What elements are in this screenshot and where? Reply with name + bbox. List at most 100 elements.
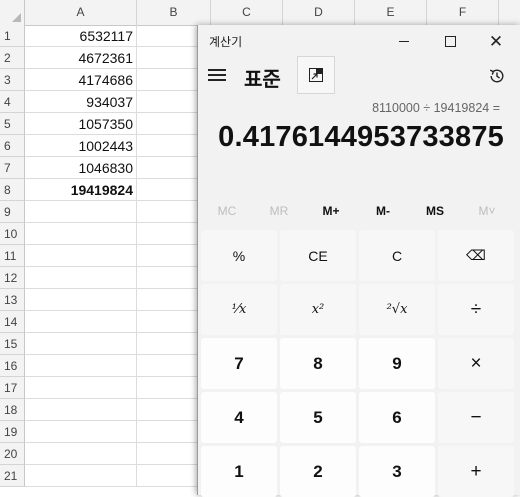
row-header[interactable]: 1 (0, 25, 25, 47)
window-title: 계산기 (209, 35, 243, 49)
row-header[interactable]: 16 (0, 355, 25, 377)
row-header[interactable]: 20 (0, 443, 25, 465)
column-header-b[interactable]: B (137, 0, 211, 25)
cell-a14[interactable] (25, 311, 137, 333)
cell-a3[interactable]: 4174686 (25, 69, 137, 91)
cell-a9[interactable] (25, 201, 137, 223)
row-header[interactable]: 19 (0, 421, 25, 443)
cell-a6[interactable]: 1002443 (25, 135, 137, 157)
cell-a2[interactable]: 4672361 (25, 47, 137, 69)
digit-7-button[interactable]: 7 (201, 338, 277, 389)
square-label: x² (311, 302, 325, 317)
multiply-button[interactable]: × (438, 338, 514, 389)
row-header[interactable]: 13 (0, 289, 25, 311)
row-header[interactable]: 5 (0, 113, 25, 135)
backspace-button[interactable]: ⌫ (438, 230, 514, 281)
reciprocal-button[interactable]: ¹⁄x (201, 284, 277, 335)
row-header[interactable]: 4 (0, 91, 25, 113)
reciprocal-label: ¹⁄x (231, 302, 247, 317)
maximize-button[interactable] (427, 25, 473, 57)
row-header[interactable]: 15 (0, 333, 25, 355)
memory-add-button[interactable]: M+ (305, 199, 357, 223)
cell-a15[interactable] (25, 333, 137, 355)
cell-a11[interactable] (25, 245, 137, 267)
cell-a19[interactable] (25, 421, 137, 443)
add-button[interactable]: + (438, 446, 514, 497)
percent-button[interactable]: % (201, 230, 277, 281)
cell-a20[interactable] (25, 443, 137, 465)
divide-label: ÷ (470, 298, 482, 320)
keep-on-top-icon (309, 68, 323, 82)
memory-subtract-button[interactable]: M- (357, 199, 409, 223)
memory-store-button[interactable]: MS (409, 199, 461, 223)
history-button[interactable] (485, 64, 509, 88)
digit-8-button[interactable]: 8 (280, 338, 356, 389)
digit-9-button[interactable]: 9 (359, 338, 435, 389)
multiply-label: × (470, 352, 482, 374)
cell-a18[interactable] (25, 399, 137, 421)
row-header[interactable]: 3 (0, 69, 25, 91)
column-header-e[interactable]: E (355, 0, 427, 25)
row-header[interactable]: 9 (0, 201, 25, 223)
memory-clear-button[interactable]: MC (201, 199, 253, 223)
digit-5-button[interactable]: 5 (280, 392, 356, 443)
cell-a13[interactable] (25, 289, 137, 311)
select-all-triangle-icon (12, 13, 21, 22)
subtract-button[interactable]: − (438, 392, 514, 443)
row-header[interactable]: 14 (0, 311, 25, 333)
clear-entry-button[interactable]: CE (280, 230, 356, 281)
cell-a17[interactable] (25, 377, 137, 399)
row-header[interactable]: 7 (0, 157, 25, 179)
digit-2-label: 2 (313, 461, 323, 481)
cell-a16[interactable] (25, 355, 137, 377)
square-root-button[interactable]: ²√x (359, 284, 435, 335)
cell-a10[interactable] (25, 223, 137, 245)
digit-1-button[interactable]: 1 (201, 446, 277, 497)
digit-2-button[interactable]: 2 (280, 446, 356, 497)
memory-recall-button[interactable]: MR (253, 199, 305, 223)
column-header-c[interactable]: C (211, 0, 283, 25)
row-header[interactable]: 8 (0, 179, 25, 201)
clear-label: C (391, 247, 403, 264)
column-header-a[interactable]: A (25, 0, 137, 25)
digit-3-button[interactable]: 3 (359, 446, 435, 497)
digit-6-label: 6 (392, 407, 402, 427)
minimize-button[interactable] (381, 25, 427, 57)
row-header[interactable]: 18 (0, 399, 25, 421)
expression-display: 8110000 ÷ 19419824 = (372, 101, 500, 115)
close-button[interactable]: ✕ (473, 25, 519, 57)
column-header-f[interactable]: F (427, 0, 499, 25)
row-header[interactable]: 2 (0, 47, 25, 69)
row-header[interactable]: 12 (0, 267, 25, 289)
cell-a12[interactable] (25, 267, 137, 289)
keep-on-top-button[interactable] (297, 56, 335, 94)
navigation-menu-icon[interactable] (208, 67, 226, 83)
digit-7-label: 7 (234, 353, 244, 373)
title-bar: 계산기 ✕ (198, 25, 520, 57)
cell-a8[interactable]: 19419824 (25, 179, 137, 201)
divide-button[interactable]: ÷ (438, 284, 514, 335)
maximize-icon (444, 35, 456, 47)
column-header-row: ABCDEF (0, 0, 520, 26)
square-button[interactable]: x² (280, 284, 356, 335)
minimize-icon (399, 40, 409, 42)
clear-button[interactable]: C (359, 230, 435, 281)
square-root-label: ²√x (386, 302, 408, 317)
cell-a1[interactable]: 6532117 (25, 25, 137, 47)
row-header[interactable]: 6 (0, 135, 25, 157)
row-header[interactable]: 17 (0, 377, 25, 399)
history-icon (489, 69, 504, 83)
column-header-d[interactable]: D (283, 0, 355, 25)
digit-6-button[interactable]: 6 (359, 392, 435, 443)
cell-a5[interactable]: 1057350 (25, 113, 137, 135)
cell-a7[interactable]: 1046830 (25, 157, 137, 179)
memory-list-button[interactable]: M˅ (461, 199, 513, 223)
row-header[interactable]: 21 (0, 465, 25, 487)
cell-a21[interactable] (25, 465, 137, 487)
select-all-corner[interactable] (0, 0, 25, 25)
cell-a4[interactable]: 934037 (25, 91, 137, 113)
digit-4-button[interactable]: 4 (201, 392, 277, 443)
row-header[interactable]: 11 (0, 245, 25, 267)
row-header[interactable]: 10 (0, 223, 25, 245)
result-display: 0.4176144953733875 (218, 121, 504, 153)
